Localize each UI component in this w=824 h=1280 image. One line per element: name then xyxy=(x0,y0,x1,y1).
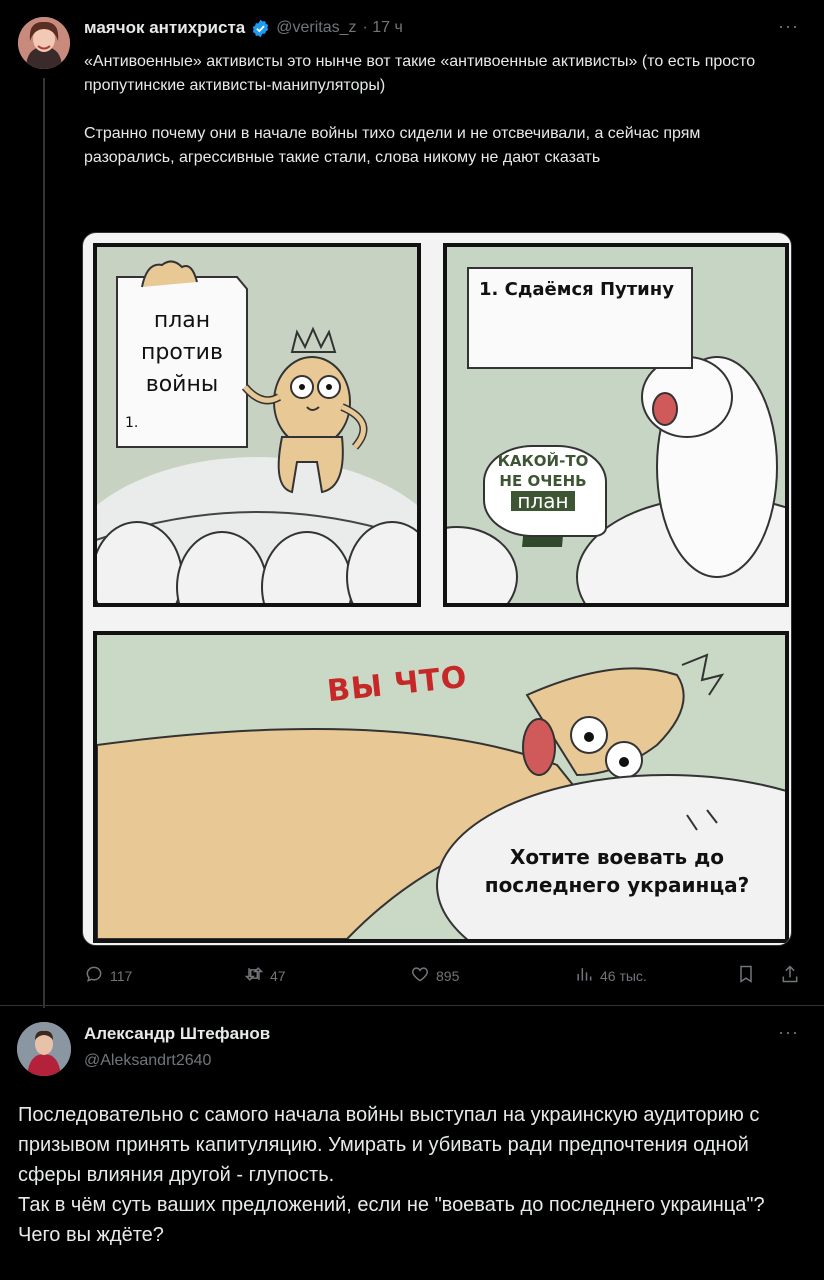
thread-line xyxy=(43,78,45,1008)
views-count: 46 тыс. xyxy=(600,967,647,984)
tweet-time[interactable]: · 17 ч xyxy=(363,19,403,37)
speech-line1: КАКОЙ-ТО xyxy=(497,452,589,470)
tweet-header: маячок антихриста @veritas_z · 17 ч xyxy=(84,18,403,38)
divider xyxy=(0,1005,824,1006)
reply-count: 117 xyxy=(110,967,133,984)
reply-text: Последовательно с самого начала войны вы… xyxy=(18,1104,765,1246)
reply-author-handle[interactable]: @Aleksandrt2640 xyxy=(84,1052,211,1070)
bookmark-icon[interactable] xyxy=(736,964,756,989)
speech-line2: НЕ ОЧЕНЬ xyxy=(499,472,587,490)
comic-panel-1: план против войны 1. xyxy=(93,243,421,607)
plan-title-line2: против xyxy=(141,340,223,365)
speech-line3: план xyxy=(511,491,575,511)
caption-panel2: 1. Сдаёмся Путину xyxy=(467,267,693,369)
tweet-text: «Антивоенные» активисты это нынче вот та… xyxy=(84,53,756,166)
retweet-button[interactable]: 47 xyxy=(244,964,286,987)
reply-button[interactable]: 117 xyxy=(84,964,132,987)
comic-panel-3: ВЫ ЧТО Хотите воевать до последнего укра… xyxy=(93,631,789,943)
reply-author-avatar[interactable] xyxy=(17,1022,71,1076)
comic-panel-2: 1. Сдаёмся Путину КАКОЙ-ТО НЕ ОЧЕНЬ план xyxy=(443,243,789,607)
retweet-icon xyxy=(244,964,264,987)
tweet-image[interactable]: план против войны 1. 1. Сдаёмся Путину К… xyxy=(82,232,792,946)
like-button[interactable]: 895 xyxy=(410,964,459,987)
share-icon[interactable] xyxy=(780,964,800,989)
like-count: 895 xyxy=(436,967,460,984)
author-handle[interactable]: @veritas_z xyxy=(276,19,356,37)
retweet-count: 47 xyxy=(270,967,286,984)
plan-item-number: 1. xyxy=(125,415,139,431)
verified-badge-icon xyxy=(251,19,270,38)
views-bar-chart-icon xyxy=(574,964,594,987)
reply-icon xyxy=(84,964,104,987)
views-button[interactable]: 46 тыс. xyxy=(574,964,647,987)
more-options-icon[interactable]: ··· xyxy=(778,16,799,37)
heart-icon xyxy=(410,964,430,987)
reply-author-name[interactable]: Александр Штефанов xyxy=(84,1024,270,1044)
author-avatar[interactable] xyxy=(18,17,70,69)
author-name[interactable]: маячок антихриста xyxy=(84,18,245,38)
caption-panel3-line1: Хотите воевать до xyxy=(509,845,725,869)
plan-title-line3: войны xyxy=(145,372,219,397)
reply-more-options-icon[interactable]: ··· xyxy=(778,1022,799,1043)
plan-title-line1: план xyxy=(153,308,211,333)
caption-panel3-line2: последнего украинца? xyxy=(484,873,750,897)
